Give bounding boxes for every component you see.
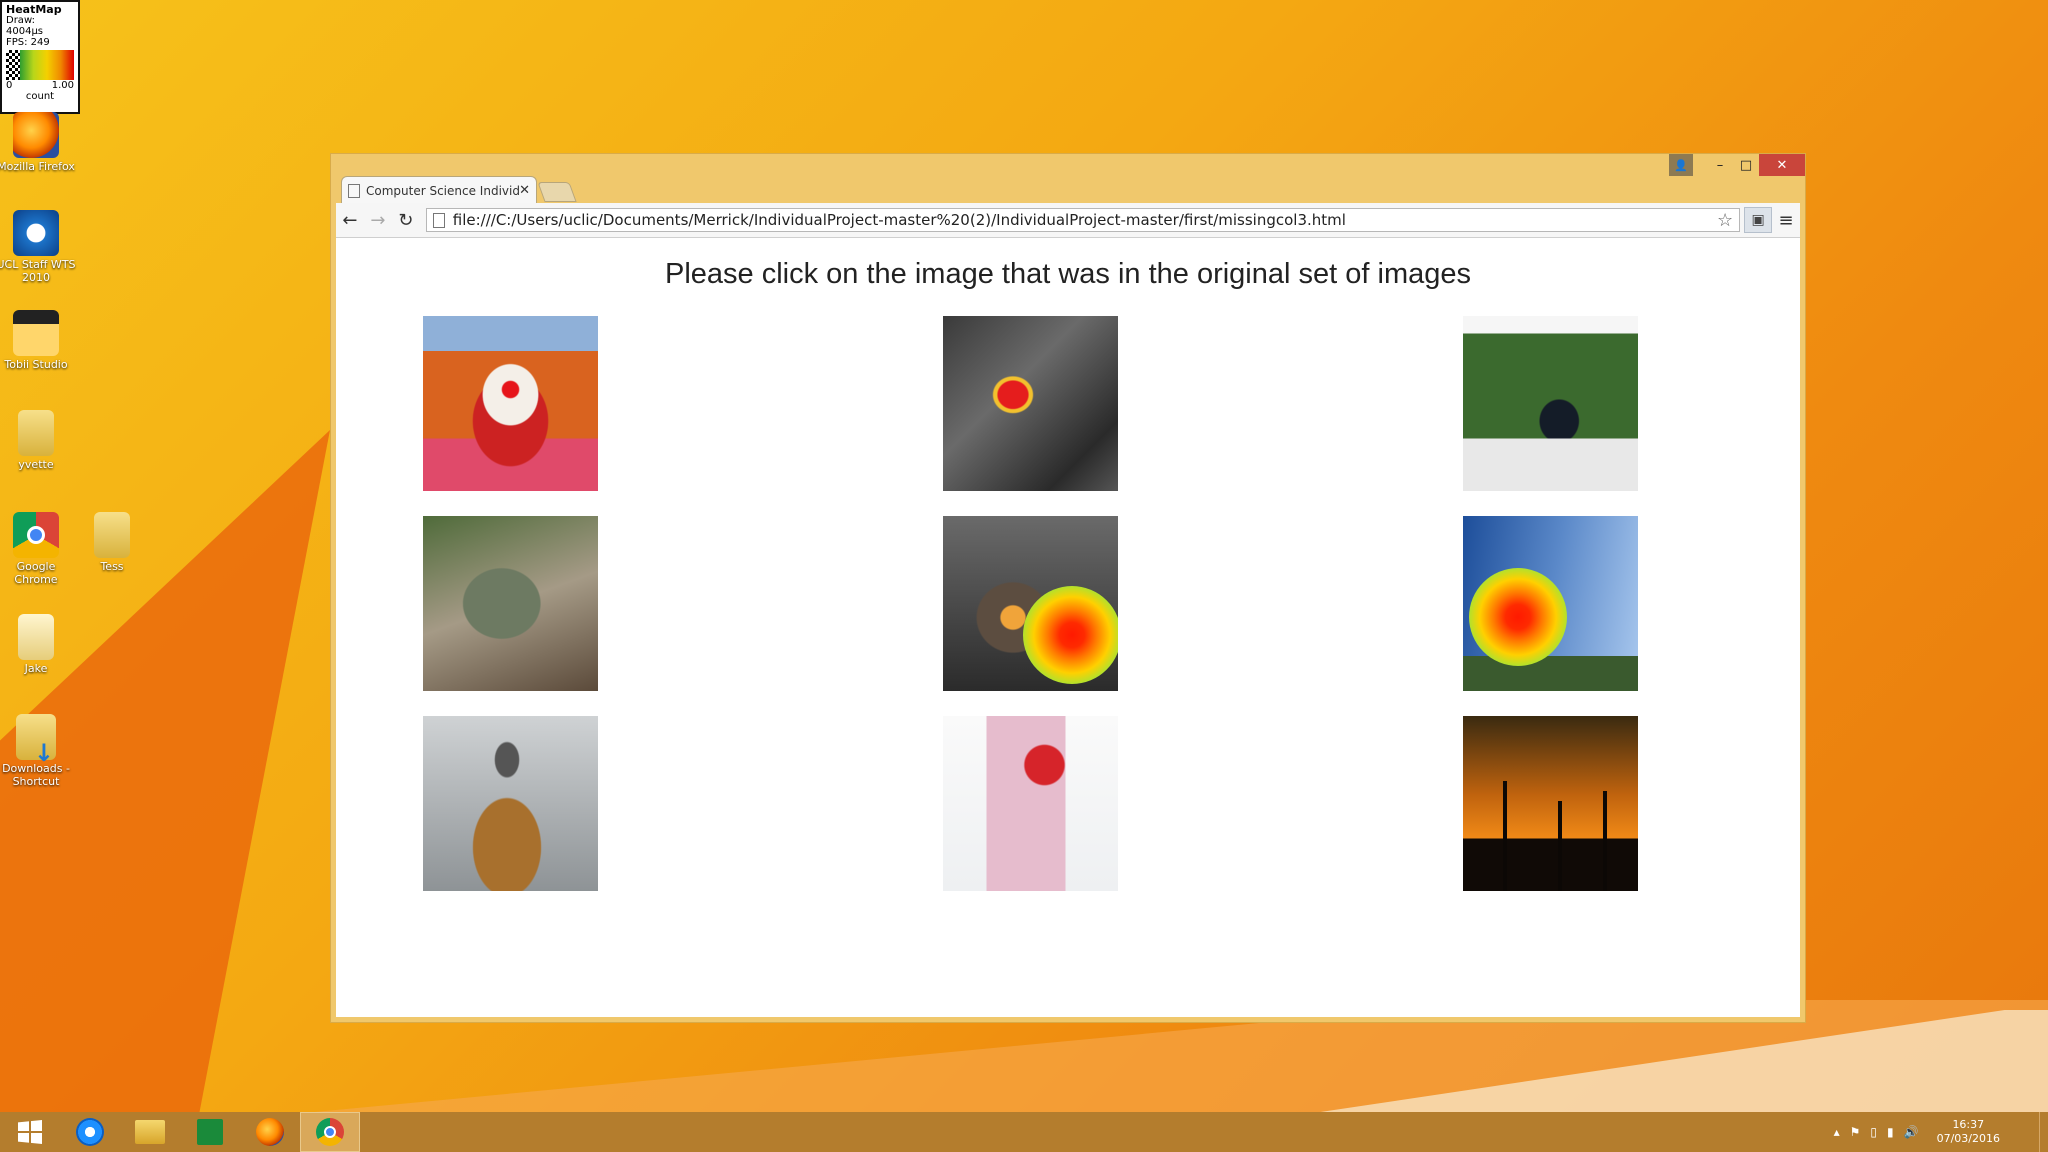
image-option-eiffel-tower[interactable] — [1463, 516, 1638, 691]
downloads-shortcut-icon — [16, 714, 56, 760]
forward-arrow-icon[interactable]: → — [364, 206, 392, 234]
flag-icon[interactable]: ⚑ — [1850, 1125, 1861, 1139]
new-tab-button[interactable] — [537, 182, 577, 202]
show-hidden-icons-icon[interactable]: ▴ — [1834, 1125, 1840, 1139]
chrome-icon — [316, 1118, 344, 1146]
browser-window: 👤 – □ ✕ Computer Science Individ ✕ ← → ↻… — [330, 153, 1806, 1023]
chrome-icon — [13, 512, 59, 558]
minimize-button[interactable]: – — [1707, 154, 1733, 176]
image-option-clown[interactable] — [423, 316, 598, 491]
start-icon — [18, 1120, 42, 1144]
heatmap-max-label: 1.00 — [51, 80, 74, 91]
document-icon — [18, 614, 54, 660]
tree-silhouette — [1558, 801, 1562, 891]
image-option-police-officer[interactable] — [1463, 316, 1638, 491]
image-option-light-bulb[interactable] — [943, 516, 1118, 691]
desktop-icon-label: Jake — [24, 662, 48, 675]
heatmap-draw-time: Draw: 4004µs — [6, 15, 44, 37]
window-controls: 👤 – □ ✕ — [1669, 154, 1805, 176]
heatmap-gradient-bar — [20, 50, 74, 80]
tab-close-icon[interactable]: ✕ — [519, 183, 530, 198]
taskbar-chrome[interactable] — [300, 1112, 360, 1152]
tab-title: Computer Science Individ — [366, 183, 520, 198]
tree-silhouette — [1603, 791, 1607, 891]
desktop-icon-label: yvette — [18, 458, 54, 471]
tray-app-icon[interactable]: ▯ — [1870, 1125, 1877, 1139]
desktop-icon-label: Tess — [100, 560, 124, 573]
maximize-button[interactable]: □ — [1733, 154, 1759, 176]
desktop-icon-tess[interactable]: Tess — [72, 512, 152, 573]
folder-icon — [94, 512, 130, 558]
folder-icon — [18, 410, 54, 456]
heatmap-unit-label: count — [25, 91, 55, 102]
reload-icon[interactable]: ↻ — [392, 206, 420, 234]
desktop-icon-jake[interactable]: Jake — [0, 614, 76, 675]
volume-icon[interactable]: 🔊 — [1904, 1125, 1919, 1139]
firefox-icon — [256, 1118, 284, 1146]
close-button[interactable]: ✕ — [1759, 154, 1805, 176]
show-desktop-button[interactable] — [2039, 1112, 2048, 1152]
page-icon — [432, 212, 445, 228]
desktop-icon-yvette[interactable]: yvette — [0, 410, 76, 471]
image-option-dinosaur[interactable] — [423, 516, 598, 691]
page-heading: Please click on the image that was in th… — [665, 258, 1471, 290]
desktop-icon-ucl-wts[interactable]: UCL Staff WTS 2010 — [0, 210, 76, 284]
taskbar-store[interactable] — [180, 1112, 240, 1152]
tobii-studio-icon — [13, 310, 59, 356]
image-option-sunset-trees[interactable] — [1463, 716, 1638, 891]
file-explorer-icon — [135, 1120, 165, 1144]
image-option-person-in-hat[interactable] — [423, 716, 598, 891]
desktop-icon-label: UCL Staff WTS 2010 — [0, 258, 76, 284]
desktop-icon-label: Google Chrome — [14, 560, 58, 586]
browser-tab[interactable]: Computer Science Individ ✕ — [341, 176, 537, 204]
tree-silhouette — [1503, 781, 1507, 891]
desktop-icon-tobii-studio[interactable]: Tobii Studio — [0, 310, 76, 371]
desktop-icon-label: Tobii Studio — [4, 358, 68, 371]
taskbar-explorer[interactable] — [120, 1112, 180, 1152]
heatmap-min-label: 0 — [6, 80, 13, 91]
desktop-icon-chrome[interactable]: Google Chrome — [0, 512, 76, 586]
image-option-strawberry-smoothie[interactable] — [943, 716, 1118, 891]
store-icon — [197, 1119, 223, 1145]
desktop-icon-downloads[interactable]: Downloads - Shortcut — [0, 714, 76, 788]
address-bar-url[interactable]: file:///C:/Users/uclic/Documents/Merrick… — [453, 211, 1717, 229]
user-profile-icon[interactable]: 👤 — [1669, 154, 1693, 176]
system-tray: ▴ ⚑ ▯ ▮ 🔊 16:37 07/03/2016 — [1834, 1112, 2000, 1152]
desktop-icon-firefox[interactable]: Mozilla Firefox — [0, 112, 76, 173]
bookmark-star-icon[interactable]: ☆ — [1717, 210, 1733, 231]
taskbar-firefox[interactable] — [240, 1112, 300, 1152]
heatmap-fps: FPS: 249 — [6, 37, 50, 48]
clock-date: 07/03/2016 — [1936, 1132, 2000, 1145]
firefox-icon — [13, 112, 59, 158]
taskbar: ▴ ⚑ ▯ ▮ 🔊 16:37 07/03/2016 — [0, 1112, 2048, 1152]
gaze-heat-spot — [1023, 586, 1118, 684]
extension-icon[interactable]: ▣ — [1744, 207, 1773, 233]
start-button[interactable] — [0, 1112, 60, 1152]
browser-toolbar: ← → ↻ file:///C:/Users/uclic/Documents/M… — [336, 203, 1800, 238]
address-bar[interactable]: file:///C:/Users/uclic/Documents/Merrick… — [425, 208, 1741, 232]
clock-time: 16:37 — [1952, 1118, 1985, 1131]
image-option-helicopter[interactable] — [943, 316, 1118, 491]
heatmap-legend: HeatMap Draw: 4004µs FPS: 249 0 1.00 cou… — [0, 0, 80, 114]
network-icon[interactable]: ▮ — [1887, 1125, 1894, 1139]
page-content: Please click on the image that was in th… — [336, 238, 1800, 1017]
back-arrow-icon[interactable]: ← — [336, 206, 364, 234]
heatmap-color-scale — [6, 50, 74, 80]
menu-icon[interactable]: ≡ — [1772, 206, 1800, 234]
remote-desktop-icon — [13, 210, 59, 256]
gaze-heat-spot — [1469, 568, 1567, 666]
heatmap-transparent-swatch — [6, 50, 20, 80]
page-icon — [348, 183, 360, 198]
heatmap-title: HeatMap — [6, 3, 62, 16]
taskbar-ie[interactable] — [60, 1112, 120, 1152]
clock[interactable]: 16:37 07/03/2016 — [1937, 1118, 2000, 1146]
internet-explorer-icon — [76, 1118, 104, 1146]
desktop-icon-label: Mozilla Firefox — [0, 160, 75, 173]
